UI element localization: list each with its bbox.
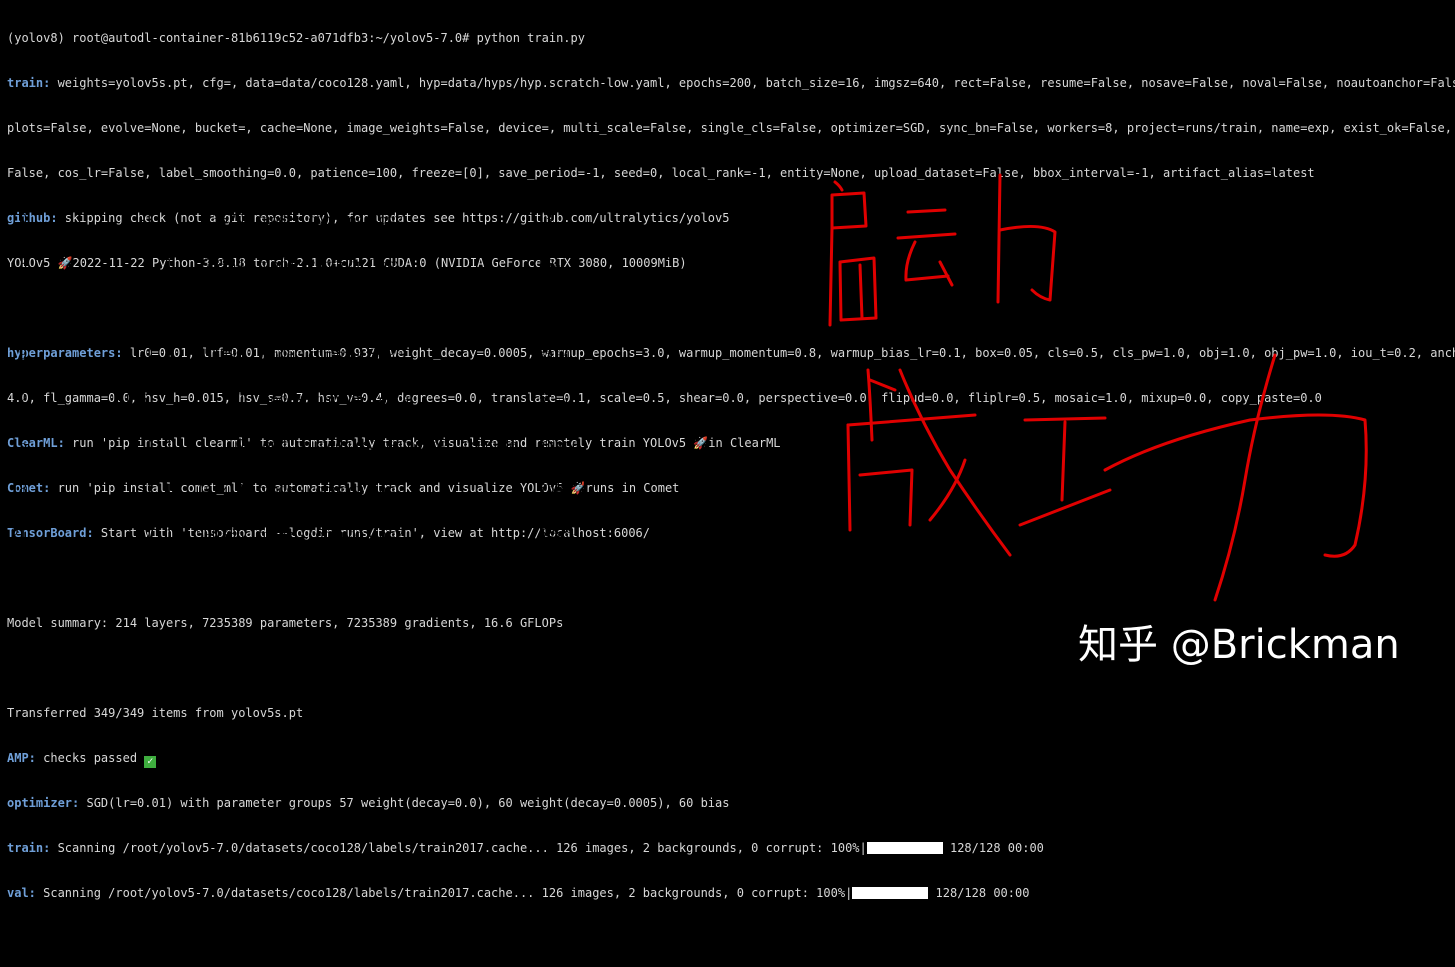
train-label: train: (7, 76, 51, 90)
amp-label: AMP: (7, 751, 36, 765)
model-summary-line: Model summary: 214 layers, 7235389 param… (7, 616, 564, 630)
train-scan-text: Scanning /root/yolov5-7.0/datasets/coco1… (50, 841, 867, 855)
optimizer-text: SGD(lr=0.01) with parameter groups 57 we… (79, 796, 730, 810)
transferred-line: Transferred 349/349 items from yolov5s.p… (7, 706, 304, 720)
val-scan-label: val: (7, 886, 36, 900)
train-args-text-1: weights=yolov5s.pt, cfg=, data=data/coco… (50, 76, 1455, 90)
train-args-line-3: False, cos_lr=False, label_smoothing=0.0… (7, 166, 1315, 180)
optimizer-label: optimizer: (7, 796, 80, 810)
prompt-line: (yolov8) root@autodl-container-81b6119c5… (7, 31, 585, 45)
val-scan-tail: 128/128 00:00 (928, 886, 1030, 900)
check-mark-icon: ✓ (144, 756, 157, 768)
train-args-line-2: plots=False, evolve=None, bucket=, cache… (7, 121, 1455, 135)
train-scan-label: train: (7, 841, 51, 855)
val-scan-line: val: Scanning /root/yolov5-7.0/datasets/… (7, 886, 1044, 901)
val-scan-text: Scanning /root/yolov5-7.0/datasets/coco1… (35, 886, 853, 900)
train-scan-line: train: Scanning /root/yolov5-7.0/dataset… (7, 841, 1044, 856)
train-scan-tail: 128/128 00:00 (942, 841, 1044, 855)
terminal-output-tail[interactable]: Model summary: 214 layers, 7235389 param… (7, 586, 1044, 916)
train-args-line-1: train: weights=yolov5s.pt, cfg=, data=da… (7, 76, 1455, 91)
val-progress-bar (852, 887, 929, 899)
amp-text: checks passed (35, 751, 145, 765)
watermark: 知乎 @Brickman (1078, 622, 1400, 668)
optimizer-line: optimizer: SGD(lr=0.01) with parameter g… (7, 796, 1044, 811)
amp-line: AMP: checks passed ✓ (7, 751, 1044, 768)
train-progress-bar (866, 842, 943, 854)
